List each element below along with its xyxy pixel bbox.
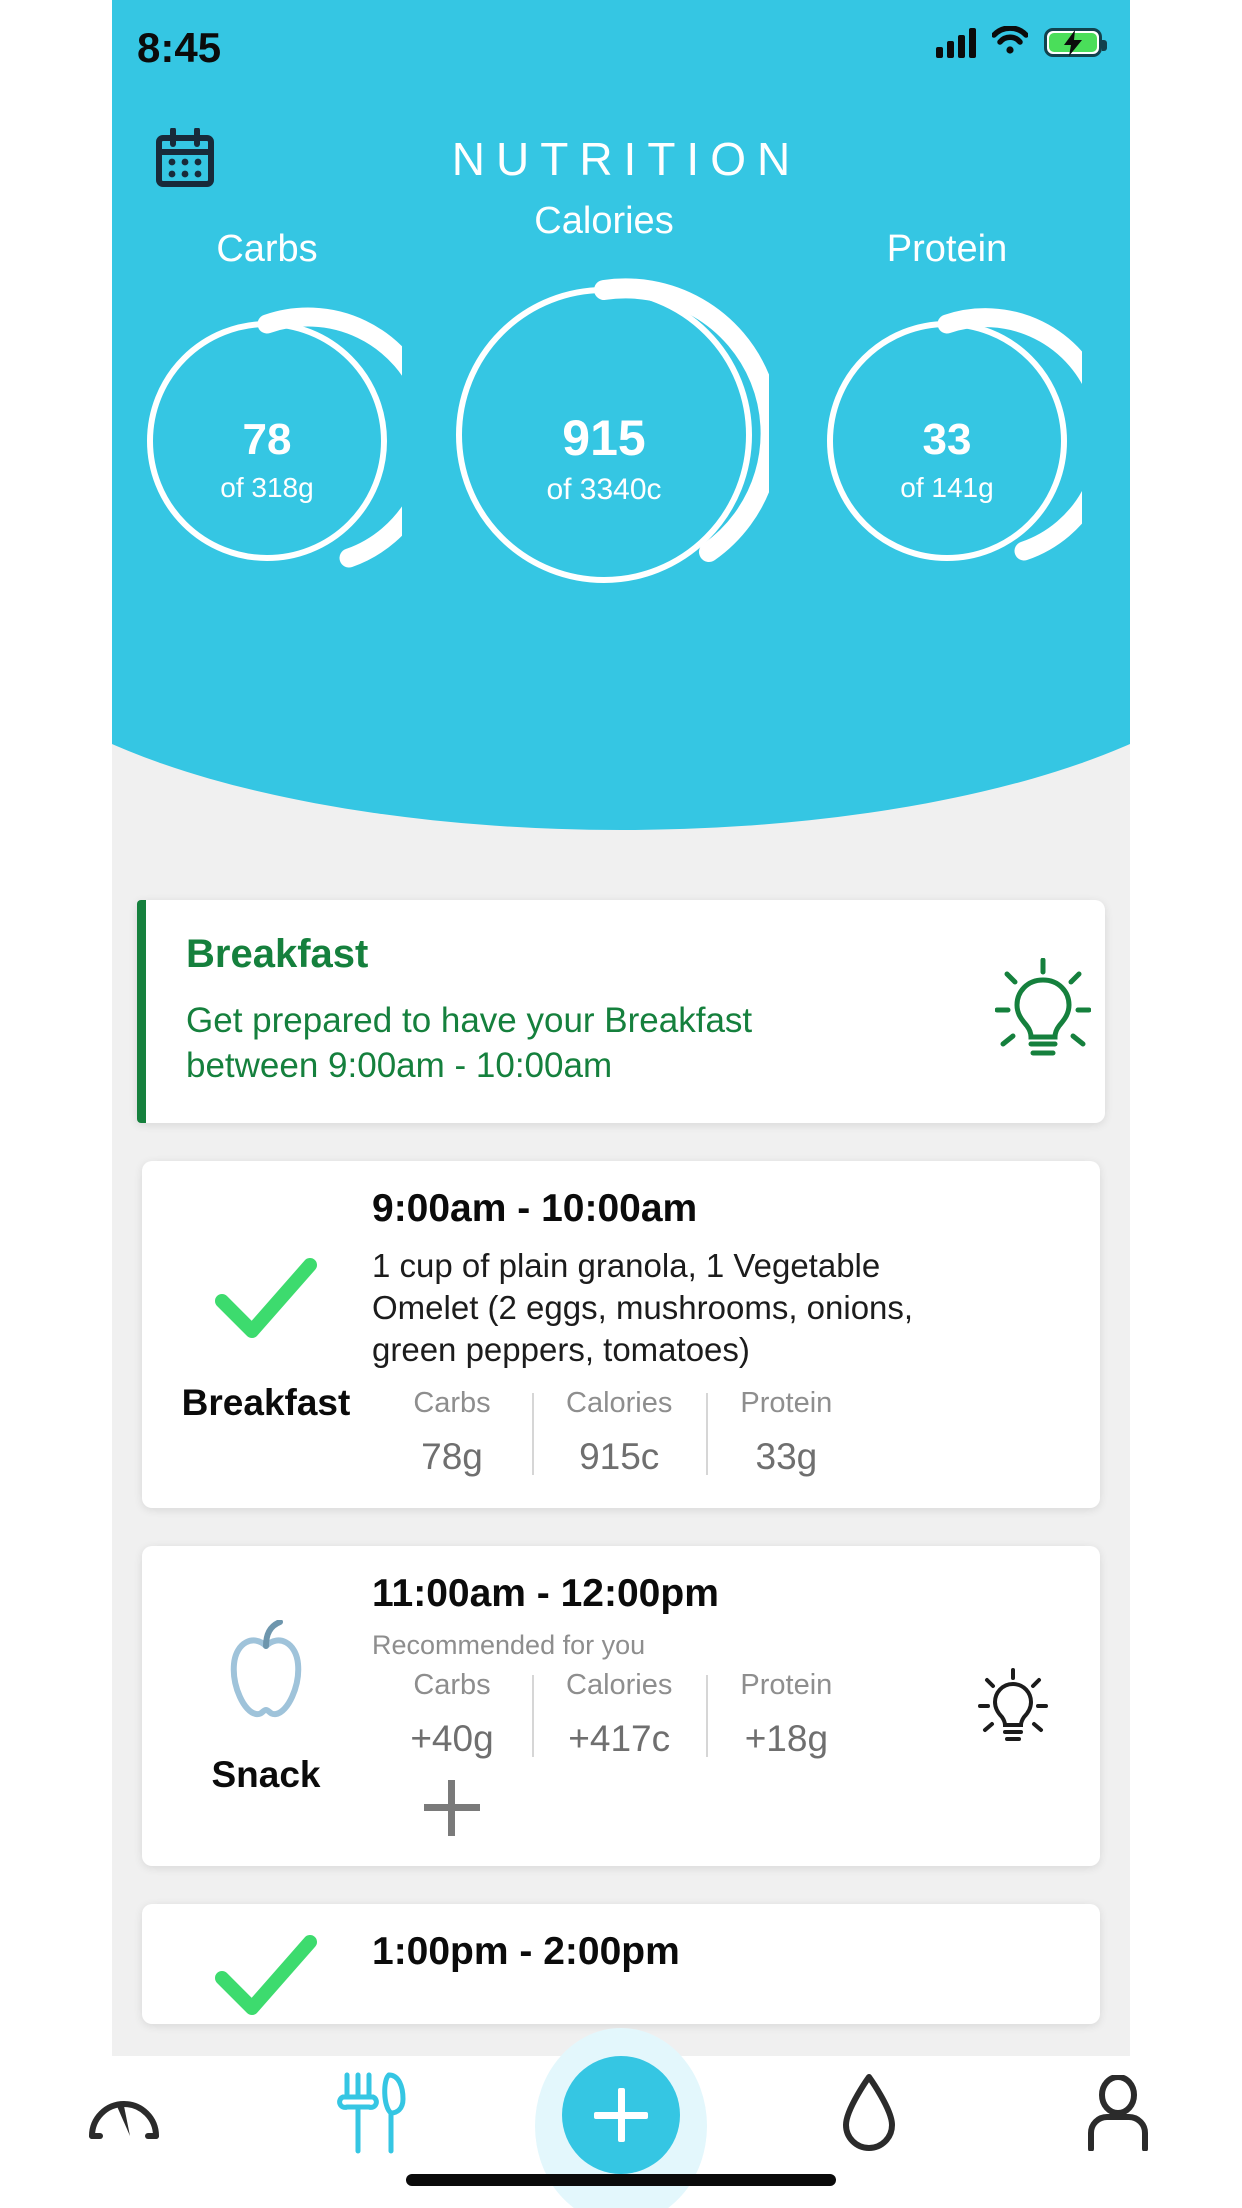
reminder-title: Breakfast — [186, 932, 369, 976]
status-bar: 8:45 — [112, 0, 1130, 92]
breakfast-reminder-card[interactable]: Breakfast Get prepared to have your Brea… — [137, 900, 1105, 1123]
ring-carbs-value: 78 — [242, 415, 292, 464]
meal-snack-subtitle: Recommended for you — [372, 1630, 646, 1661]
ring-carbs-label: Carbs — [216, 228, 318, 270]
meal-snack-name: Snack — [211, 1754, 321, 1796]
nutrient-carbs-key: Carbs — [413, 1387, 491, 1420]
nutrient-protein-key: Protein — [740, 1387, 833, 1420]
meal-snack-nutrients: Carbs +40g Calories +417c Protein +18g — [372, 1669, 1076, 1760]
meal-breakfast-nutrients: Carbs 78g Calories 915c Protein 33g — [372, 1387, 1076, 1478]
nutrient-protein-value: +18g — [744, 1718, 829, 1760]
plus-icon[interactable] — [562, 2056, 681, 2174]
nutrient-calories-key: Calories — [566, 1669, 673, 1702]
meal-card-lunch[interactable]: 1:00pm - 2:00pm — [142, 1904, 1100, 2025]
header-title-row: NUTRITION — [112, 128, 1130, 198]
meal-breakfast-time: 9:00am - 10:00am — [372, 1186, 698, 1230]
nutrient-calories: Calories 915c — [532, 1387, 706, 1478]
nutrient-carbs: Carbs +40g — [372, 1669, 532, 1760]
nutrient-carbs: Carbs 78g — [372, 1387, 532, 1478]
meal-lunch-left — [166, 1930, 366, 2024]
sidebar-item-dashboard[interactable] — [0, 2056, 248, 2174]
home-indicator — [406, 2174, 836, 2186]
phone-frame: 8:45 NUTRITION Carbs 78 of 318g Calories… — [0, 0, 1242, 2208]
status-time: 8:45 — [137, 24, 222, 71]
cellular-signal-icon — [936, 27, 976, 58]
nutrient-calories-value: +417c — [568, 1718, 671, 1760]
fork-knife-icon — [336, 2071, 409, 2160]
meal-list: Breakfast Get prepared to have your Brea… — [112, 900, 1130, 2025]
nutrient-protein: Protein +18g — [706, 1669, 866, 1760]
nutrient-protein: Protein 33g — [706, 1387, 866, 1478]
ring-carbs-values: 78 of 318g — [132, 418, 402, 502]
ring-calories[interactable]: Calories 915 of 3340c — [439, 200, 769, 650]
nutrient-protein-value: 33g — [755, 1436, 818, 1478]
ring-carbs[interactable]: Carbs 78 of 318g — [132, 228, 402, 648]
ring-calories-values: 915 of 3340c — [439, 413, 769, 505]
meal-card-snack[interactable]: Snack 11:00am - 12:00pm Recommended for … — [142, 1546, 1100, 1867]
add-entry-button[interactable] — [497, 2028, 745, 2208]
ring-calories-label: Calories — [534, 200, 674, 242]
green-checkmark-icon — [214, 1930, 318, 2024]
nutrient-carbs-value: 78g — [421, 1436, 483, 1478]
person-icon — [1085, 2073, 1151, 2156]
nutrient-carbs-value: +40g — [410, 1718, 494, 1760]
meal-snack-time: 11:00am - 12:00pm — [372, 1572, 719, 1616]
page-title: NUTRITION — [451, 133, 802, 185]
nutrient-calories-value: 915c — [579, 1436, 660, 1478]
macro-rings: Carbs 78 of 318g Calories 915 of 3340c P… — [112, 200, 1130, 648]
reminder-text: Get prepared to have your Breakfast betw… — [186, 1001, 753, 1085]
meal-lunch-time: 1:00pm - 2:00pm — [372, 1930, 680, 1974]
ring-protein-value: 33 — [922, 415, 972, 464]
meal-breakfast-left: Breakfast — [166, 1187, 366, 1479]
app-screen: 8:45 NUTRITION Carbs 78 of 318g Calories… — [112, 0, 1130, 2208]
battery-charging-icon — [1044, 28, 1107, 57]
wifi-icon — [991, 25, 1029, 59]
nutrient-calories: Calories +417c — [532, 1669, 706, 1760]
meal-card-breakfast[interactable]: Breakfast 9:00am - 10:00am 1 cup of plai… — [142, 1160, 1100, 1509]
meal-snack-left: Snack — [166, 1572, 366, 1836]
meal-snack-right: 11:00am - 12:00pm Recommended for you Ca… — [366, 1572, 1076, 1837]
sidebar-item-profile[interactable] — [994, 2056, 1242, 2174]
sidebar-item-water[interactable] — [745, 2056, 993, 2174]
meal-breakfast-description: 1 cup of plain granola, 1 Vegetable Omel… — [372, 1246, 914, 1369]
water-drop-icon — [840, 2073, 898, 2158]
apple-icon — [218, 1612, 314, 1732]
nutrition-header: 8:45 NUTRITION Carbs 78 of 318g Calories… — [112, 0, 1130, 830]
meal-breakfast-name: Breakfast — [181, 1382, 351, 1424]
ring-protein-label: Protein — [886, 228, 1008, 270]
ring-carbs-goal: of 318g — [220, 472, 314, 503]
add-snack-button[interactable] — [424, 1780, 480, 1837]
ring-calories-goal: of 3340c — [546, 473, 662, 506]
meal-lunch-right: 1:00pm - 2:00pm — [366, 1930, 1076, 2024]
sidebar-item-nutrition[interactable] — [248, 2056, 496, 2174]
nutrient-calories-key: Calories — [566, 1387, 673, 1420]
nutrient-protein-key: Protein — [740, 1669, 833, 1702]
nutrient-carbs-key: Carbs — [413, 1669, 491, 1702]
ring-protein[interactable]: Protein 33 of 141g — [812, 228, 1082, 648]
ring-protein-goal: of 141g — [900, 472, 994, 503]
ring-calories-value: 915 — [562, 410, 646, 466]
bottom-navigation — [0, 2028, 1242, 2208]
meal-breakfast-right: 9:00am - 10:00am 1 cup of plain granola,… — [366, 1187, 1076, 1479]
speedometer-icon — [86, 2082, 162, 2149]
ring-protein-values: 33 of 141g — [812, 418, 1082, 502]
green-checkmark-icon — [214, 1240, 318, 1360]
status-icons — [936, 25, 1107, 59]
